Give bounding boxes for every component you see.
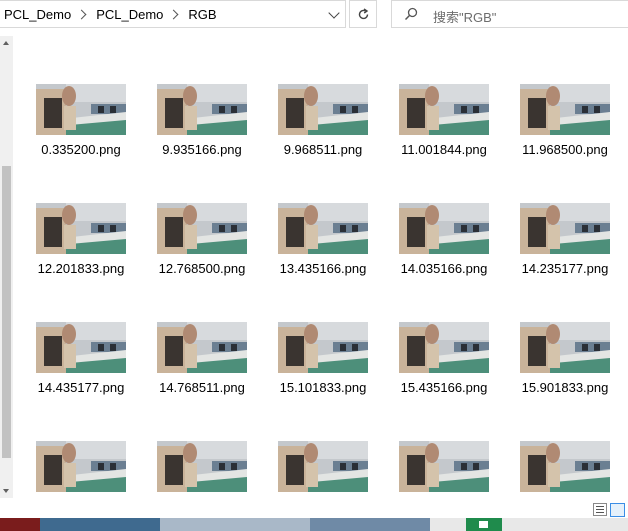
image-thumbnail[interactable] [520,322,610,373]
file-name: 9.935166.png [162,142,242,157]
file-name: 11.968500.png [522,142,608,157]
file-item[interactable]: 9.935166.png [135,84,250,194]
file-item[interactable]: 14.235177.png [498,203,613,313]
refresh-icon [358,7,368,19]
file-name: 14.035166.png [400,261,488,276]
image-thumbnail[interactable] [36,84,126,135]
file-item[interactable] [377,441,492,498]
file-name: 12.201833.png [37,261,125,276]
file-name: 13.435166.png [279,261,367,276]
file-item[interactable]: 9.968511.png [256,84,371,194]
details-view-icon[interactable] [593,503,607,516]
file-item[interactable]: 12.201833.png [14,203,129,313]
image-thumbnail[interactable] [157,203,247,254]
image-thumbnail[interactable] [278,441,368,492]
file-name: 14.435177.png [37,380,125,395]
image-thumbnail[interactable] [278,322,368,373]
search-input[interactable]: 搜索"RGB" [433,7,496,26]
image-thumbnail[interactable] [278,203,368,254]
file-item[interactable] [135,441,250,498]
file-item[interactable]: 12.768500.png [135,203,250,313]
image-thumbnail[interactable] [157,441,247,492]
file-name: 14.235177.png [521,261,609,276]
image-thumbnail[interactable] [520,441,610,492]
file-name: 11.001844.png [401,142,487,157]
scrollbar-thumb[interactable] [2,166,11,458]
file-item[interactable]: 14.435177.png [14,322,129,432]
search-icon [404,7,418,21]
image-thumbnail[interactable] [278,84,368,135]
image-thumbnail[interactable] [399,203,489,254]
image-thumbnail[interactable] [157,84,247,135]
search-box[interactable]: 搜索"RGB" [391,0,628,28]
file-item[interactable]: 0.335200.png [14,84,129,194]
image-thumbnail[interactable] [36,203,126,254]
taskbar-app-icon[interactable] [466,518,502,531]
file-item[interactable]: 15.101833.png [256,322,371,432]
status-bar [0,498,628,518]
file-item[interactable]: 13.435166.png [256,203,371,313]
file-item[interactable]: 15.435166.png [377,322,492,432]
breadcrumb-item-0[interactable]: PCL_Demo [4,7,71,22]
image-thumbnail[interactable] [36,441,126,492]
file-name: 12.768500.png [158,261,246,276]
file-name: 0.335200.png [41,142,121,157]
file-name: 14.768511.png [159,380,245,395]
file-name: 15.901833.png [521,380,609,395]
address-dropdown-button[interactable] [322,1,346,29]
scroll-down-icon[interactable] [3,489,9,493]
image-thumbnail[interactable] [36,322,126,373]
file-item[interactable]: 14.035166.png [377,203,492,313]
address-toolbar: PCL_Demo PCL_Demo RGB 搜索"RGB" [0,0,628,29]
file-name: 15.101833.png [279,380,367,395]
chevron-right-icon[interactable] [76,9,87,19]
file-grid: 0.335200.png 9.935166.png 9.968511.png 11.0… [0,0,628,498]
chevron-right-icon[interactable] [168,9,179,19]
address-bar[interactable]: PCL_Demo PCL_Demo RGB [0,0,346,28]
file-item[interactable]: 11.001844.png [377,84,492,194]
refresh-button[interactable] [349,0,377,28]
image-thumbnail[interactable] [399,84,489,135]
image-thumbnail[interactable] [520,84,610,135]
image-thumbnail[interactable] [520,203,610,254]
image-thumbnail[interactable] [157,322,247,373]
chevron-down-icon [328,7,340,19]
file-item[interactable]: 11.968500.png [498,84,613,194]
file-item[interactable] [256,441,371,498]
image-thumbnail[interactable] [399,441,489,492]
scroll-up-icon[interactable] [3,41,9,45]
large-icons-view-icon[interactable] [610,503,625,517]
file-name: 15.435166.png [400,380,488,395]
taskbar [0,518,628,531]
file-item[interactable]: 14.768511.png [135,322,250,432]
breadcrumb-item-1[interactable]: PCL_Demo [96,7,163,22]
breadcrumb-item-2[interactable]: RGB [188,7,216,22]
file-name: 9.968511.png [283,142,363,157]
vertical-scrollbar[interactable] [0,36,13,498]
file-item[interactable] [498,441,613,498]
file-item[interactable] [14,441,129,498]
image-thumbnail[interactable] [399,322,489,373]
file-item[interactable]: 15.901833.png [498,322,613,432]
